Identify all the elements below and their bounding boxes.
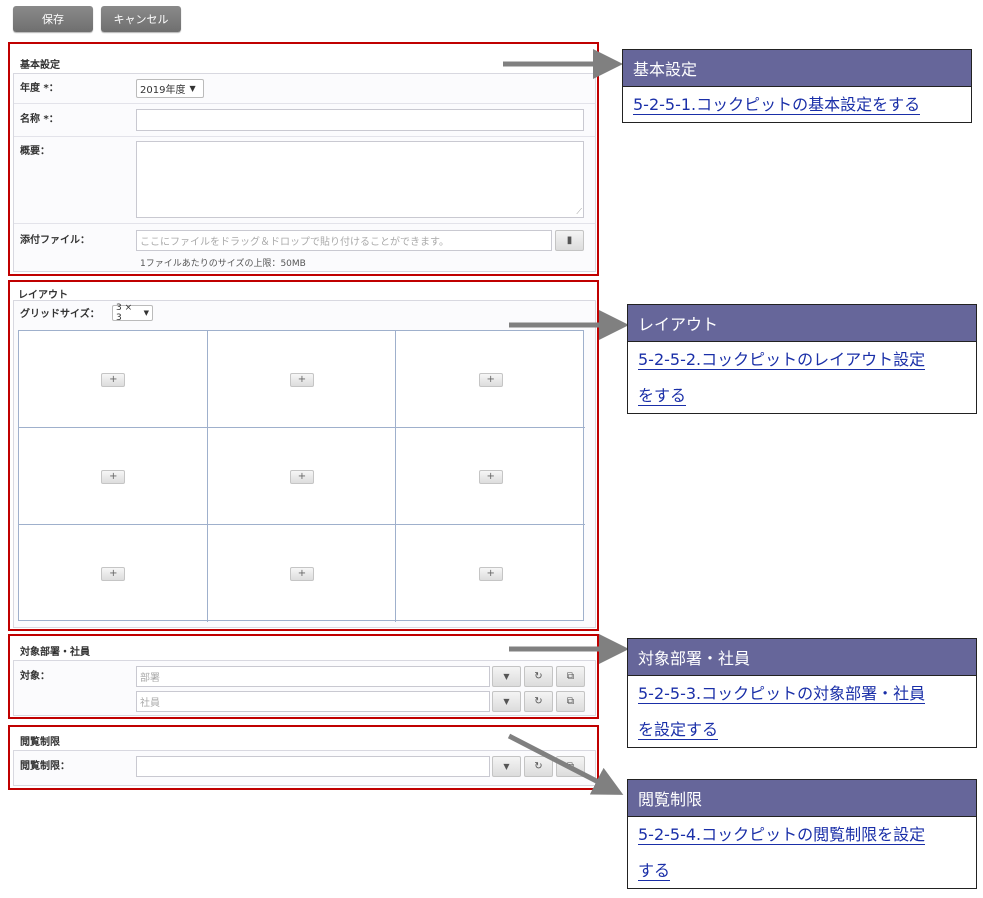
callout-layout-title: レイアウト bbox=[628, 305, 976, 342]
callout-access-link[interactable]: 5-2-5-4.コックピットの閲覧制限を設定 bbox=[638, 825, 926, 845]
callout-target-link-cont[interactable]: を設定する bbox=[638, 720, 719, 740]
callout-layout: レイアウト 5-2-5-2.コックピットのレイアウト設定 をする bbox=[627, 304, 977, 414]
callout-access-link-cont[interactable]: する bbox=[638, 861, 671, 881]
callout-access: 閲覧制限 5-2-5-4.コックピットの閲覧制限を設定 する bbox=[627, 779, 977, 889]
callout-layout-link[interactable]: 5-2-5-2.コックピットのレイアウト設定 bbox=[638, 350, 926, 370]
callout-layout-link-cont[interactable]: をする bbox=[638, 386, 687, 406]
callout-basic: 基本設定 5-2-5-1.コックピットの基本設定をする bbox=[622, 49, 972, 123]
callout-target-link[interactable]: 5-2-5-3.コックピットの対象部署・社員 bbox=[638, 684, 926, 704]
arrow-access bbox=[507, 733, 624, 795]
callout-basic-title: 基本設定 bbox=[623, 50, 971, 87]
callout-target: 対象部署・社員 5-2-5-3.コックピットの対象部署・社員 を設定する bbox=[627, 638, 977, 748]
callout-arrows bbox=[503, 49, 629, 795]
callout-target-title: 対象部署・社員 bbox=[628, 639, 976, 676]
callout-basic-link[interactable]: 5-2-5-1.コックピットの基本設定をする bbox=[633, 95, 921, 115]
callout-access-title: 閲覧制限 bbox=[628, 780, 976, 817]
